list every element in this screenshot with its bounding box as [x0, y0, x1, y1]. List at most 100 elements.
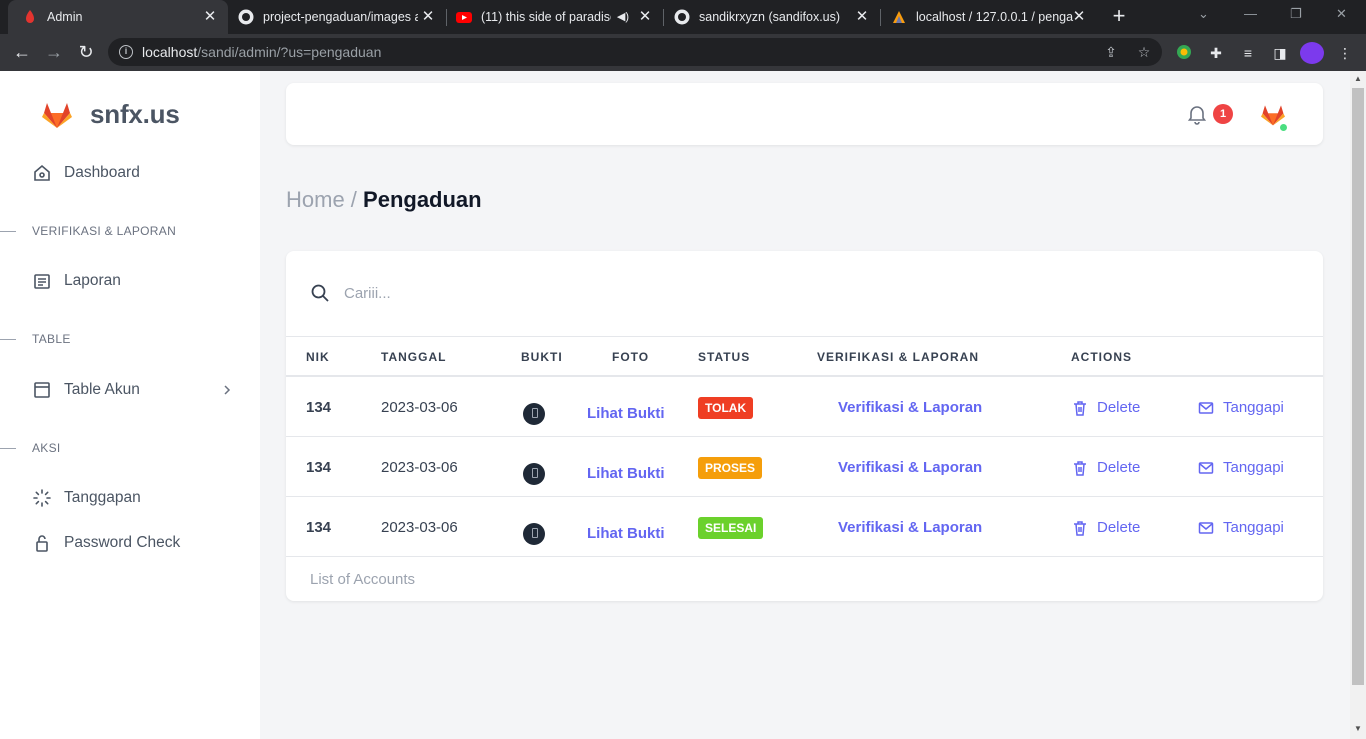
- delete-button[interactable]: Delete: [1072, 459, 1140, 476]
- brand[interactable]: snfx.us: [42, 99, 180, 130]
- media-control-icon[interactable]: ≡: [1239, 44, 1257, 62]
- verifikasi-laporan-link[interactable]: Verifikasi & Laporan: [838, 399, 982, 416]
- browser-tab-admin[interactable]: Admin ✕: [8, 0, 228, 34]
- close-icon[interactable]: ✕: [1071, 9, 1087, 25]
- page-scrollbar[interactable]: ▲ ▼: [1350, 71, 1366, 739]
- maximize-icon[interactable]: ❐: [1290, 6, 1302, 22]
- column-header-actions[interactable]: ACTIONS: [1071, 350, 1132, 364]
- sidebar-heading-table: TABLE: [0, 332, 71, 346]
- browser-menu-icon[interactable]: ⋮: [1336, 44, 1354, 62]
- home-icon: [34, 164, 50, 181]
- close-icon[interactable]: ✕: [420, 9, 436, 25]
- column-header-tanggal[interactable]: TANGGAL: [381, 350, 446, 364]
- tanggapi-label: Tanggapi: [1223, 399, 1284, 416]
- sidebar-item-label: Tanggapan: [64, 489, 141, 506]
- tanggapi-button[interactable]: Tanggapi: [1198, 519, 1284, 536]
- bookmark-star-icon[interactable]: ☆: [1136, 44, 1152, 60]
- bukti-thumbnail[interactable]: [523, 463, 545, 485]
- brand-name: snfx.us: [90, 99, 180, 129]
- close-icon[interactable]: ✕: [854, 9, 870, 25]
- tanggapi-button[interactable]: Tanggapi: [1198, 399, 1284, 416]
- mail-icon: [1198, 461, 1214, 474]
- forward-icon[interactable]: →: [44, 42, 64, 62]
- tab-title: localhost / 127.0.0.1 / penga: [916, 10, 1074, 24]
- delete-button[interactable]: Delete: [1072, 519, 1140, 536]
- share-icon[interactable]: ⇪: [1103, 44, 1119, 60]
- search-icon: [311, 284, 329, 302]
- column-header-verifikasi[interactable]: VERIFIKASI & LAPORAN: [817, 350, 979, 364]
- column-header-foto[interactable]: FOTO: [612, 350, 649, 364]
- address-bar[interactable]: i localhost/sandi/admin/?us=pengaduan ⇪ …: [108, 38, 1162, 66]
- window-close-icon[interactable]: ✕: [1336, 6, 1347, 22]
- tab-title: project-pengaduan/images a: [263, 10, 418, 24]
- sidebar-item-table-akun[interactable]: Table Akun: [32, 380, 140, 400]
- back-icon[interactable]: ←: [12, 42, 32, 62]
- sidebar-item-dashboard[interactable]: Dashboard: [32, 163, 140, 183]
- close-icon[interactable]: ✕: [202, 9, 218, 25]
- sidebar-item-tanggapan[interactable]: Tanggapan: [32, 488, 141, 508]
- lihat-bukti-link[interactable]: Lihat Bukti: [587, 405, 665, 422]
- tab-title: (11) this side of paradise: [481, 10, 611, 24]
- verifikasi-laporan-link[interactable]: Verifikasi & Laporan: [838, 459, 982, 476]
- tanggapi-button[interactable]: Tanggapi: [1198, 459, 1284, 476]
- cell-nik: 134: [306, 519, 332, 536]
- sidebar-item-laporan[interactable]: Laporan: [32, 271, 121, 291]
- minimize-icon[interactable]: —: [1244, 6, 1257, 21]
- delete-button[interactable]: Delete: [1072, 399, 1140, 416]
- profile-avatar-icon[interactable]: [1300, 42, 1324, 64]
- status-badge: SELESAI: [698, 517, 764, 539]
- lock-icon: [36, 535, 48, 552]
- sidebar-heading-label: AKSI: [32, 441, 61, 455]
- sidebar-item-label: Table Akun: [64, 381, 140, 398]
- column-header-bukti[interactable]: BUKTI: [521, 350, 563, 364]
- close-icon[interactable]: ✕: [637, 9, 653, 25]
- column-header-nik[interactable]: NIK: [306, 350, 330, 364]
- lihat-bukti-link[interactable]: Lihat Bukti: [587, 465, 665, 482]
- status-badge: PROSES: [698, 457, 763, 479]
- cell-tanggal: 2023-03-06: [381, 399, 458, 416]
- tab-title: Admin: [47, 10, 83, 24]
- audio-playing-icon[interactable]: ◀): [617, 10, 629, 23]
- scroll-up-icon[interactable]: ▲: [1354, 75, 1362, 83]
- url-host: localhost: [142, 44, 198, 60]
- browser-tab-github-profile[interactable]: sandikrxyzn (sandifox.us) ✕: [664, 0, 880, 34]
- lihat-bukti-link[interactable]: Lihat Bukti: [587, 525, 665, 542]
- browser-tab-youtube[interactable]: (11) this side of paradise ◀) ✕: [447, 0, 663, 34]
- sidebar-item-password-check[interactable]: Password Check: [32, 533, 180, 553]
- tab-search-icon[interactable]: ⌄: [1198, 6, 1209, 22]
- divider: [0, 338, 16, 340]
- sidebar: snfx.us Dashboard VERIFIKASI & LAPORAN L…: [0, 71, 260, 739]
- url-text[interactable]: localhost/sandi/admin/?us=pengaduan: [142, 44, 381, 60]
- extensions-puzzle-icon[interactable]: ✚: [1207, 44, 1225, 62]
- bukti-thumbnail[interactable]: [523, 523, 545, 545]
- column-header-status[interactable]: STATUS: [698, 350, 750, 364]
- tanggapi-label: Tanggapi: [1223, 459, 1284, 476]
- breadcrumb-home[interactable]: Home: [286, 187, 345, 212]
- site-info-icon[interactable]: i: [119, 45, 133, 59]
- search-input[interactable]: [344, 279, 844, 307]
- youtube-icon: [456, 12, 472, 23]
- verifikasi-laporan-link[interactable]: Verifikasi & Laporan: [838, 519, 982, 536]
- mail-icon: [1198, 521, 1214, 534]
- online-status-dot: [1279, 123, 1288, 132]
- chevron-right-icon[interactable]: [220, 383, 234, 397]
- scrollbar-thumb[interactable]: [1352, 88, 1364, 685]
- cell-nik: 134: [306, 399, 332, 416]
- sidebar-item-label: Password Check: [64, 534, 181, 551]
- top-navbar: 1: [286, 83, 1323, 145]
- browser-tab-phpmyadmin[interactable]: localhost / 127.0.0.1 / penga ✕: [881, 0, 1097, 34]
- reload-icon[interactable]: ↻: [76, 42, 96, 62]
- bell-icon[interactable]: [1186, 103, 1208, 125]
- notification-badge[interactable]: 1: [1213, 104, 1233, 124]
- bukti-thumbnail[interactable]: [523, 403, 545, 425]
- new-tab-button[interactable]: +: [1108, 5, 1130, 28]
- phpmyadmin-icon: [893, 11, 905, 23]
- browser-tab-github-project[interactable]: project-pengaduan/images a ✕: [228, 0, 446, 34]
- scroll-down-icon[interactable]: ▼: [1354, 725, 1362, 733]
- sidebar-heading-label: VERIFIKASI & LAPORAN: [32, 224, 177, 238]
- extension-color-icon[interactable]: [1175, 44, 1193, 62]
- delete-label: Delete: [1097, 519, 1141, 536]
- tanggapi-label: Tanggapi: [1223, 519, 1284, 536]
- table-row: 134 2023-03-06 Lihat Bukti PROSES Verifi…: [286, 437, 1323, 497]
- side-panel-icon[interactable]: ◨: [1271, 44, 1289, 62]
